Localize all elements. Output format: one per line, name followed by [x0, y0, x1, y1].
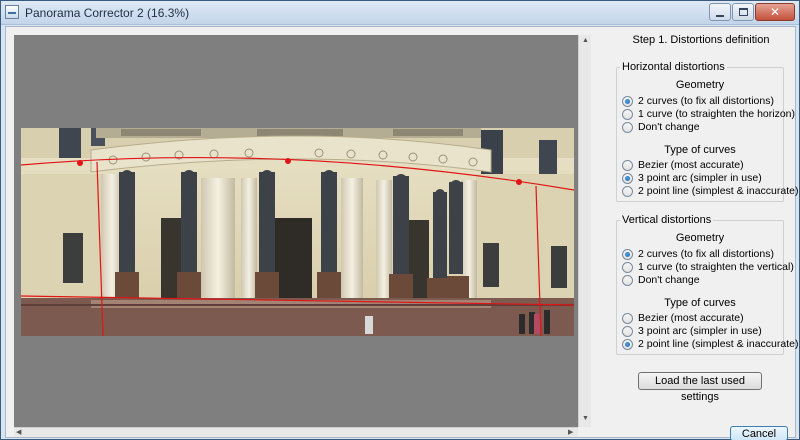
h-geometry-option-2-curves[interactable]: 2 curves (to fix all distortions)	[622, 95, 774, 107]
h-geometry-option-1-curve[interactable]: 1 curve (to straighten the horizon)	[622, 108, 795, 120]
vertical-scrollbar[interactable]: ▲ ▼	[578, 35, 591, 427]
radio-button[interactable]	[622, 312, 633, 324]
radio-button[interactable]	[622, 248, 633, 260]
option-label: 3 point arc (simpler in use)	[638, 325, 762, 337]
option-label: 2 point line (simplest & inaccurate)	[638, 338, 799, 350]
image-preview[interactable]	[14, 35, 578, 427]
settings-panel: Step 1. Distortions definition Horizonta…	[606, 27, 799, 440]
radio-button[interactable]	[622, 185, 633, 197]
radio-button[interactable]	[622, 325, 633, 337]
horizontal-group-title: Horizontal distortions	[620, 61, 727, 73]
maximize-icon	[738, 8, 748, 16]
vertical-distortions-group: Vertical distortions Geometry 2 curves (…	[616, 214, 799, 355]
h-geometry-option-dont-change[interactable]: Don't change	[622, 121, 700, 133]
option-label: 2 curves (to fix all distortions)	[638, 248, 774, 260]
option-label: 1 curve (to straighten the horizon)	[638, 108, 795, 120]
v-geometry-option-1-curve[interactable]: 1 curve (to straighten the vertical)	[622, 261, 794, 273]
app-icon	[5, 5, 19, 19]
load-last-settings-button[interactable]: Load the last used settings	[638, 372, 762, 403]
radio-button[interactable]	[622, 274, 633, 286]
scroll-up-icon[interactable]: ▲	[582, 37, 589, 44]
radio-button[interactable]	[622, 159, 633, 171]
minimize-icon	[716, 15, 724, 17]
scroll-down-icon[interactable]: ▼	[582, 415, 589, 422]
option-label: Bezier (most accurate)	[638, 159, 744, 171]
maximize-button[interactable]	[732, 3, 754, 21]
radio-button[interactable]	[622, 108, 633, 120]
horizontal-distortions-group: Horizontal distortions Geometry 2 curves…	[616, 61, 799, 202]
close-icon: ✕	[769, 5, 781, 19]
vertical-curves-title: Type of curves	[664, 297, 736, 309]
h-curve-option-bezier[interactable]: Bezier (most accurate)	[622, 159, 744, 171]
option-label: Bezier (most accurate)	[638, 312, 744, 324]
v-curve-option-2-point-line[interactable]: 2 point line (simplest & inaccurate)	[622, 338, 799, 350]
horizontal-curves-title: Type of curves	[664, 144, 736, 156]
v-curve-option-3-point-arc[interactable]: 3 point arc (simpler in use)	[622, 325, 762, 337]
radio-button[interactable]	[622, 338, 633, 350]
radio-button[interactable]	[622, 95, 633, 107]
cancel-button[interactable]: Cancel	[730, 426, 788, 440]
option-label: 1 curve (to straighten the vertical)	[638, 261, 794, 273]
panorama-image	[21, 128, 574, 336]
step-title: Step 1. Distortions definition	[632, 34, 770, 46]
option-label: 3 point arc (simpler in use)	[638, 172, 762, 184]
v-geometry-option-dont-change[interactable]: Don't change	[622, 274, 700, 286]
option-label: Don't change	[638, 121, 700, 133]
h-curve-option-3-point-arc[interactable]: 3 point arc (simpler in use)	[622, 172, 762, 184]
option-label: 2 curves (to fix all distortions)	[638, 95, 774, 107]
scroll-right-icon[interactable]: ▶	[568, 428, 573, 436]
radio-button[interactable]	[622, 261, 633, 273]
vertical-geometry-title: Geometry	[675, 232, 725, 244]
v-curve-option-bezier[interactable]: Bezier (most accurate)	[622, 312, 744, 324]
horizontal-geometry-title: Geometry	[675, 79, 725, 91]
h-curve-option-2-point-line[interactable]: 2 point line (simplest & inaccurate)	[622, 185, 799, 197]
window-title: Panorama Corrector 2 (16.3%)	[25, 6, 190, 20]
vertical-group-title: Vertical distortions	[620, 214, 714, 226]
client-area: ▲ ▼ ◀ ▶ Step 1. Distortions definition H…	[5, 26, 799, 440]
panorama-photo[interactable]	[21, 128, 574, 336]
title-bar[interactable]: Panorama Corrector 2 (16.3%) ✕	[1, 1, 799, 25]
close-button[interactable]: ✕	[755, 3, 795, 21]
app-window: Panorama Corrector 2 (16.3%) ✕ ▲ ▼ ◀ ▶ S…	[0, 0, 800, 440]
minimize-button[interactable]	[709, 3, 731, 21]
v-geometry-option-2-curves[interactable]: 2 curves (to fix all distortions)	[622, 248, 774, 260]
option-label: Don't change	[638, 274, 700, 286]
scroll-left-icon[interactable]: ◀	[16, 428, 21, 436]
radio-button[interactable]	[622, 121, 633, 133]
option-label: 2 point line (simplest & inaccurate)	[638, 185, 799, 197]
horizontal-scrollbar[interactable]: ◀ ▶	[14, 427, 578, 437]
radio-button[interactable]	[622, 172, 633, 184]
